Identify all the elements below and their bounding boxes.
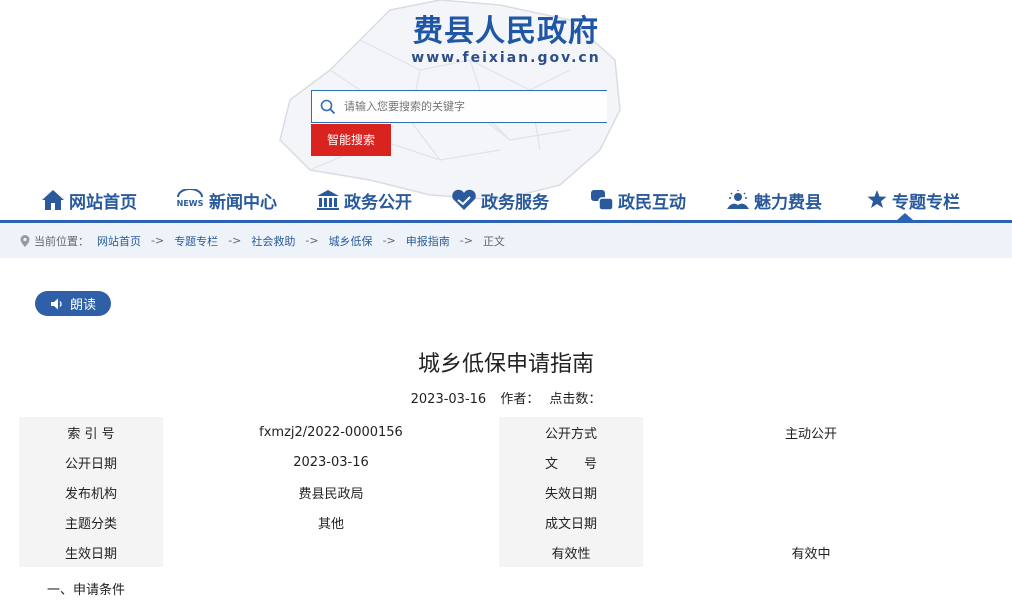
nav-item-special[interactable]: 专题专栏: [866, 185, 960, 215]
breadcrumb-dibao[interactable]: 城乡低保: [329, 233, 373, 249]
article-date: 2023-03-16: [410, 392, 487, 407]
info-label: 公开日期: [19, 447, 163, 477]
table-row: 主题分类 其他 成文日期: [19, 507, 979, 537]
info-value: fxmzj2/2022-0000156: [259, 424, 403, 440]
heart-hands-icon: [452, 189, 476, 210]
info-label: 发布机构: [19, 477, 163, 507]
info-value: 其他: [317, 516, 344, 532]
nav-label: 网站首页: [69, 192, 137, 213]
breadcrumb: 当前位置： 网站首页 -> 专题专栏 -> 社会救助 -> 城乡低保 -> 申报…: [0, 223, 1012, 258]
nav-item-home[interactable]: 网站首页: [41, 185, 137, 215]
nav-item-interaction[interactable]: 政民互动: [590, 185, 686, 215]
info-label: 索 引 号: [19, 417, 163, 447]
star-badge-icon: [867, 190, 887, 208]
info-value: 2023-03-16: [293, 454, 369, 470]
nav-item-charm[interactable]: 魅力费县: [726, 185, 822, 215]
table-row: 生效日期 有效性 有效中: [19, 537, 979, 567]
clicks-label: 点击数：: [549, 392, 602, 407]
smart-search-button[interactable]: 智能搜索: [311, 124, 391, 156]
interact-icon: [591, 190, 614, 211]
table-row: 发布机构 费县民政局 失效日期: [19, 477, 979, 507]
nav-label: 政务公开: [344, 192, 412, 213]
nav-label: 新闻中心: [209, 192, 277, 213]
read-aloud-button[interactable]: 朗读: [35, 291, 111, 316]
nav-label: 政民互动: [618, 192, 686, 213]
home-icon: [42, 190, 64, 210]
site-title[interactable]: 费县人民政府: [0, 6, 1012, 50]
nav-label: 魅力费县: [754, 192, 822, 213]
breadcrumb-separator: ->: [382, 234, 396, 247]
speaker-icon: [50, 298, 62, 309]
section-heading: 一、申请条件: [47, 583, 126, 598]
breadcrumb-home[interactable]: 网站首页: [97, 233, 141, 249]
breadcrumb-separator: ->: [305, 234, 319, 247]
breadcrumb-separator: ->: [459, 234, 473, 247]
article-title: 城乡低保申请指南: [417, 352, 594, 377]
building-icon: [317, 190, 339, 210]
info-label: 文 号: [499, 447, 643, 477]
info-value: [163, 537, 499, 567]
nav-label: 专题专栏: [892, 192, 960, 213]
active-nav-indicator: [897, 213, 913, 220]
svg-text:NEWS: NEWS: [177, 199, 204, 208]
info-label: 成文日期: [499, 507, 643, 537]
breadcrumb-guide[interactable]: 申报指南: [406, 233, 450, 249]
nav-item-news[interactable]: NEWS 新闻中心: [175, 185, 277, 215]
info-label: 生效日期: [19, 537, 163, 567]
scenery-icon: [727, 190, 749, 209]
breadcrumb-social-aid[interactable]: 社会救助: [251, 233, 295, 249]
main-nav: 网站首页 NEWS 新闻中心 政务公开 政务服务 政民互动 魅力费县 专题专栏: [0, 180, 1012, 220]
breadcrumb-separator: ->: [228, 234, 242, 247]
breadcrumb-separator: ->: [151, 234, 165, 247]
search-box: [311, 90, 607, 123]
info-label: 主题分类: [19, 507, 163, 537]
nav-item-gov-service[interactable]: 政务服务: [451, 185, 549, 215]
info-value: 有效中: [791, 546, 831, 562]
info-label: 有效性: [499, 537, 643, 567]
read-aloud-label: 朗读: [69, 298, 96, 313]
news-icon: NEWS: [177, 189, 204, 208]
doc-info-table: 索 引 号 fxmzj2/2022-0000156 公开方式 主动公开 公开日期…: [19, 417, 979, 567]
info-value: 主动公开: [784, 426, 837, 442]
breadcrumb-prefix: 当前位置：: [34, 234, 89, 248]
search-input[interactable]: [344, 97, 599, 117]
article-meta: 2023-03-16 作者： 点击数：: [0, 388, 1012, 407]
info-value: [643, 507, 979, 537]
info-label: 失效日期: [499, 477, 643, 507]
search-icon: [320, 99, 336, 115]
breadcrumb-current: 正文: [482, 234, 505, 248]
breadcrumb-special[interactable]: 专题专栏: [174, 233, 218, 249]
author-label: 作者：: [500, 392, 540, 407]
location-pin-icon: [20, 234, 30, 247]
table-row: 公开日期 2023-03-16 文 号: [19, 447, 979, 477]
info-value: 费县民政局: [298, 486, 364, 502]
nav-item-gov-open[interactable]: 政务公开: [316, 185, 412, 215]
info-value: [643, 477, 979, 507]
nav-label: 政务服务: [481, 192, 549, 213]
site-url: www.feixian.gov.cn: [411, 50, 601, 66]
site-header: 费县人民政府 www.feixian.gov.cn 智能搜索 网站首页 NEWS…: [0, 0, 1012, 222]
table-row: 索 引 号 fxmzj2/2022-0000156 公开方式 主动公开: [19, 417, 979, 447]
info-label: 公开方式: [499, 417, 643, 447]
info-value: [643, 447, 979, 477]
